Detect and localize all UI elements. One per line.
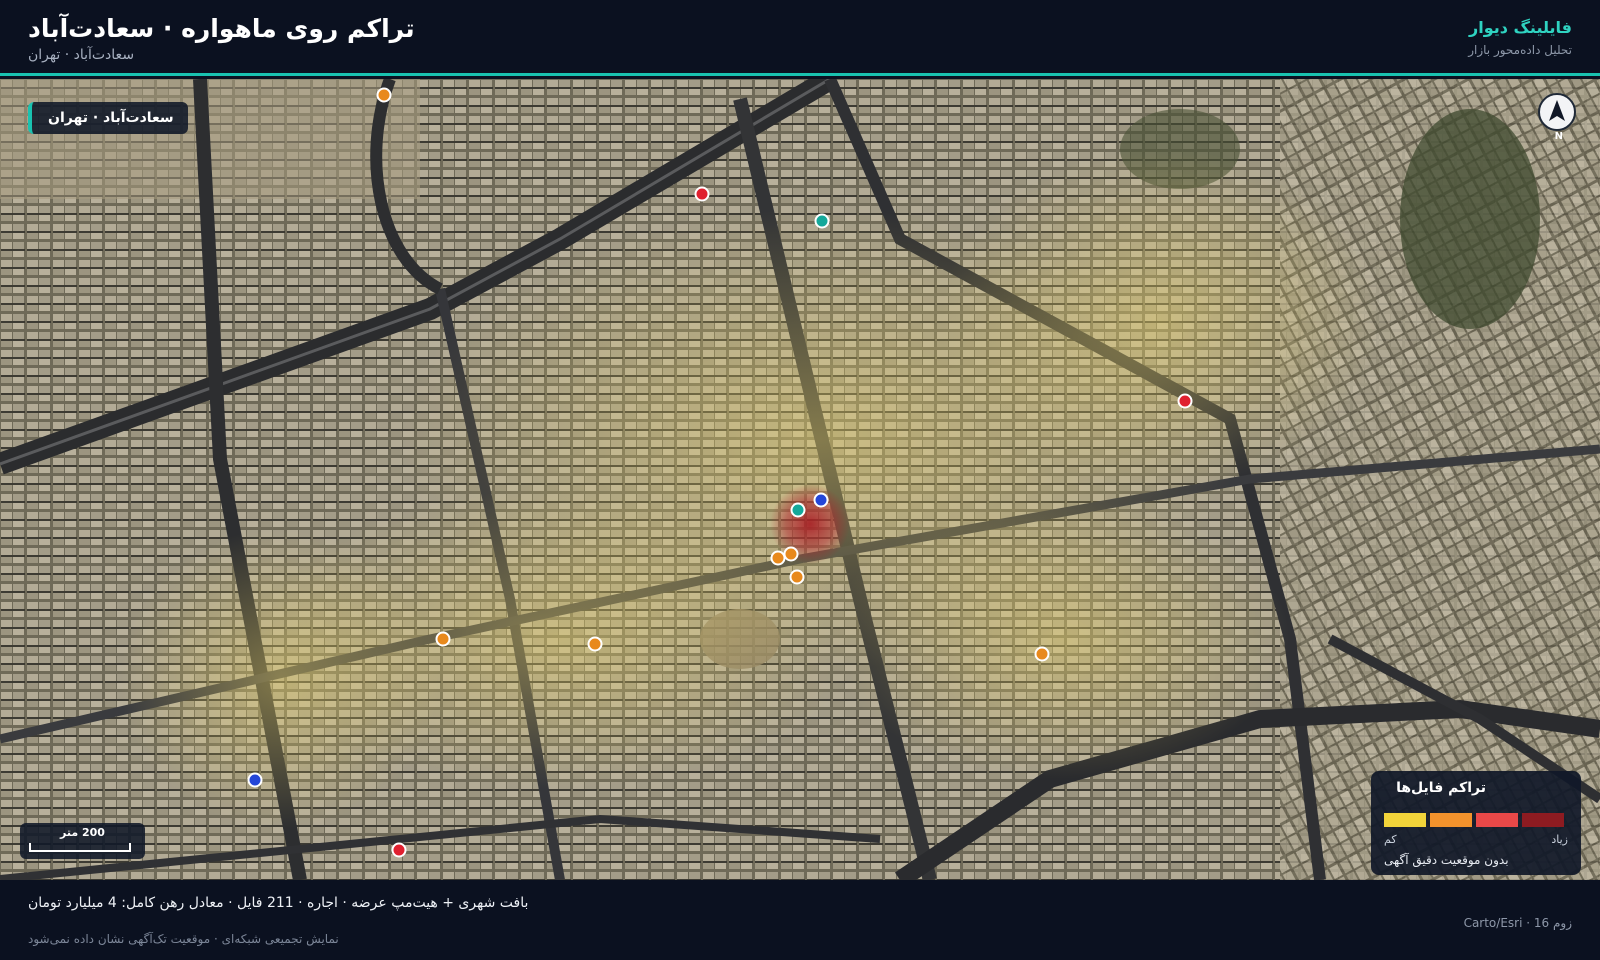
legend-high-label: زیاد — [1551, 833, 1568, 846]
scale-label: 200 متر — [60, 826, 105, 839]
listing-marker-orange[interactable] — [376, 87, 392, 103]
legend-swatch-low — [1384, 813, 1426, 827]
listing-marker-orange[interactable] — [435, 631, 451, 647]
listing-marker-orange[interactable] — [1034, 646, 1050, 662]
legend-note: بدون موقعیت دقیق آگهی — [1384, 853, 1509, 867]
listing-marker-orange[interactable] — [770, 550, 786, 566]
brand-name: فایلینگ دیوار — [1469, 18, 1572, 37]
page-title: تراکم روی ماهواره · سعادت‌آباد — [28, 14, 415, 43]
listing-marker-blue[interactable] — [247, 772, 263, 788]
compass-label: N — [1554, 131, 1563, 142]
listing-marker-orange[interactable] — [789, 569, 805, 585]
brand-tagline: تحلیل داده‌محور بازار — [1468, 43, 1572, 57]
footer-stats: بافت شهری + هیت‌مپ عرضه · اجاره · 211 فا… — [28, 895, 529, 911]
map-credit: زوم 16 · Carto/Esri — [1463, 916, 1572, 930]
listing-marker-blue[interactable] — [813, 492, 829, 508]
listing-marker-red[interactable] — [694, 186, 710, 202]
location-badge: سعادت‌آباد · تهران — [28, 102, 188, 134]
density-legend: تراکم فایل‌ها کم زیاد بدون موقعیت دقیق آ… — [1371, 771, 1581, 875]
scale-bar-ruler — [29, 843, 131, 852]
page-subtitle: سعادت‌آباد · تهران — [28, 47, 135, 63]
header-bar: تراکم روی ماهواره · سعادت‌آباد سعادت‌آبا… — [0, 0, 1600, 76]
listing-marker-orange[interactable] — [783, 546, 799, 562]
legend-title: تراکم فایل‌ها — [1396, 780, 1486, 796]
listing-marker-orange[interactable] — [587, 636, 603, 652]
scale-bar: 200 متر — [20, 823, 145, 859]
satellite-map[interactable]: سعادت‌آباد · تهران N 200 متر تراکم فایل‌… — [0, 79, 1600, 880]
listing-marker-red[interactable] — [391, 842, 407, 858]
listing-marker-teal[interactable] — [790, 502, 806, 518]
legend-low-label: کم — [1384, 833, 1397, 846]
marker-layer — [247, 87, 1193, 858]
footer-note: نمایش تجمیعی شبکه‌ای · موقعیت تک‌آگهی نش… — [28, 932, 339, 946]
listing-marker-red[interactable] — [1177, 393, 1193, 409]
legend-swatch-medium — [1430, 813, 1472, 827]
legend-swatch-very-high — [1522, 813, 1564, 827]
compass-icon[interactable] — [1538, 93, 1576, 131]
footer-bar: بافت شهری + هیت‌مپ عرضه · اجاره · 211 فا… — [0, 880, 1600, 960]
listing-marker-teal[interactable] — [814, 213, 830, 229]
legend-swatch-high — [1476, 813, 1518, 827]
north-arrow-icon — [1549, 100, 1565, 121]
